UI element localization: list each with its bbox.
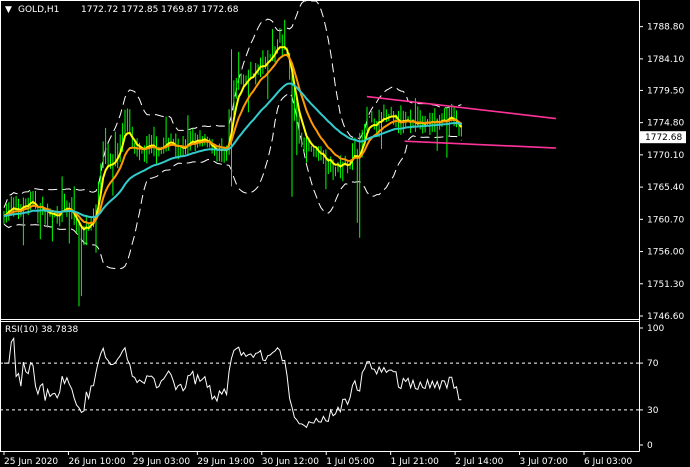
rsi-tick-label: 70: [647, 359, 659, 369]
collapse-arrow-icon[interactable]: ▼: [5, 5, 12, 15]
chart-background: [0, 0, 690, 467]
price-tick-label: 1756.00: [647, 248, 684, 258]
price-tick-label: 1788.80: [647, 23, 684, 33]
price-tick-label: 1770.10: [647, 151, 684, 161]
price-tick-label: 1746.60: [647, 312, 684, 322]
time-tick-label: 1 Jul 21:00: [391, 457, 440, 467]
price-tick-label: 1779.50: [647, 86, 684, 96]
time-tick-label: 30 Jun 12:00: [262, 457, 319, 467]
time-tick-label: 3 Jul 07:00: [520, 457, 569, 467]
ohlc-values: 1772.72 1772.85 1769.87 1772.68: [81, 5, 239, 15]
time-tick-label: 25 Jun 2020: [4, 457, 58, 467]
chart-header: ▼ GOLD,H1 1772.72 1772.85 1769.87 1772.6…: [5, 5, 239, 15]
time-tick-label: 2 Jul 14:00: [455, 457, 504, 467]
rsi-tick-label: 0: [647, 441, 653, 451]
price-tick-label: 1765.40: [647, 183, 684, 193]
time-tick-label: 6 Jul 03:00: [584, 457, 633, 467]
time-tick-label: 29 Jun 03:00: [133, 457, 190, 467]
time-tick-label: 26 Jun 10:00: [68, 457, 125, 467]
time-tick-label: 1 Jul 05:00: [326, 457, 375, 467]
price-tick-label: 1760.70: [647, 215, 684, 225]
price-tick-label: 1774.80: [647, 119, 684, 129]
rsi-tick-label: 30: [647, 406, 659, 416]
current-price-label: 1772.68: [645, 133, 682, 143]
symbol-label: GOLD,H1: [18, 5, 59, 15]
rsi-tick-label: 100: [647, 324, 664, 334]
price-tick-label: 1784.10: [647, 55, 684, 65]
price-tick-label: 1751.30: [647, 280, 684, 290]
time-tick-label: 29 Jun 19:00: [197, 457, 254, 467]
trading-chart[interactable]: 1788.80 1784.10 1779.50 1774.80 1770.10 1765.…: [0, 0, 690, 467]
rsi-label: RSI(10) 38.7838: [5, 325, 78, 335]
